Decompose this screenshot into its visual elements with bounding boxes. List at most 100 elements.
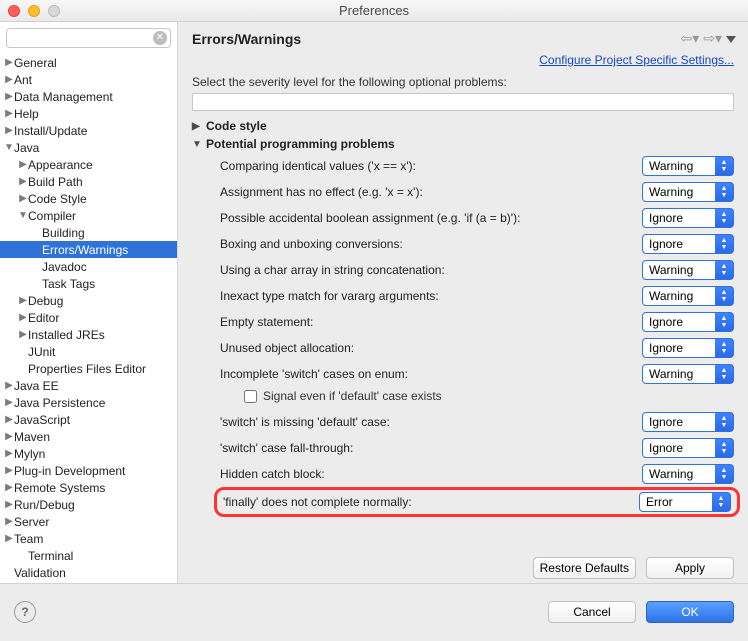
chevron-down-icon: ▼ <box>18 210 28 221</box>
tree-item[interactable]: ▶Help <box>0 105 177 122</box>
chevron-right-icon: ▶ <box>4 91 14 102</box>
tree-item-label: Building <box>42 226 85 240</box>
tree-item[interactable]: ▶Maven <box>0 428 177 445</box>
tree-item[interactable]: ▶Team <box>0 530 177 547</box>
section-code-style[interactable]: ▶ Code style <box>178 117 748 135</box>
tree-item-label: Errors/Warnings <box>42 243 128 257</box>
setting-row: Empty statement:IgnoreWarningError▲▼ <box>220 309 734 335</box>
tree-item[interactable]: Errors/Warnings <box>0 241 177 258</box>
tree-item[interactable]: Building <box>0 224 177 241</box>
tree-item[interactable]: Terminal <box>0 547 177 564</box>
severity-select[interactable]: IgnoreWarningError <box>642 412 734 432</box>
tree-item[interactable]: ▶JavaScript <box>0 411 177 428</box>
tree-item[interactable]: ▼Java <box>0 139 177 156</box>
severity-select[interactable]: IgnoreWarningError <box>642 156 734 176</box>
setting-label: Incomplete 'switch' cases on enum: <box>220 367 642 381</box>
setting-label: 'switch' case fall-through: <box>220 441 642 455</box>
tree-item[interactable]: ▶Build Path <box>0 173 177 190</box>
tree-item[interactable]: Javadoc <box>0 258 177 275</box>
problems-filter-input[interactable] <box>192 93 734 111</box>
setting-row: 'switch' case fall-through:IgnoreWarning… <box>220 435 734 461</box>
tree-item[interactable]: ▶Plug-in Development <box>0 462 177 479</box>
configure-project-link[interactable]: Configure Project Specific Settings... <box>539 53 734 67</box>
ok-button[interactable]: OK <box>646 601 734 623</box>
tree-item[interactable]: ▶Run/Debug <box>0 496 177 513</box>
severity-select[interactable]: IgnoreWarningError <box>642 438 734 458</box>
help-icon[interactable]: ? <box>14 601 36 623</box>
tree-item[interactable]: ▶Editor <box>0 309 177 326</box>
severity-select[interactable]: IgnoreWarningError <box>642 364 734 384</box>
tree-item[interactable]: ▼Compiler <box>0 207 177 224</box>
chevron-right-icon: ▶ <box>18 295 28 306</box>
tree-item[interactable]: ▶Debug <box>0 292 177 309</box>
severity-select[interactable]: IgnoreWarningError <box>642 312 734 332</box>
tree-item[interactable]: ▶Remote Systems <box>0 479 177 496</box>
chevron-right-icon: ▶ <box>4 482 14 493</box>
setting-row: Possible accidental boolean assignment (… <box>220 205 734 231</box>
preferences-tree[interactable]: ▶General▶Ant▶Data Management▶Help▶Instal… <box>0 52 177 583</box>
view-menu-icon[interactable] <box>726 34 736 44</box>
chevron-right-icon: ▶ <box>18 176 28 187</box>
severity-select[interactable]: IgnoreWarningError <box>642 182 734 202</box>
setting-label: Unused object allocation: <box>220 341 642 355</box>
chevron-right-icon: ▶ <box>18 312 28 323</box>
chevron-right-icon: ▶ <box>4 74 14 85</box>
dialog-footer: ? Cancel OK <box>0 583 748 639</box>
tree-item-label: Validation <box>14 566 66 580</box>
chevron-right-icon: ▶ <box>4 516 14 527</box>
highlighted-row: 'finally' does not complete normally:Ign… <box>214 487 740 517</box>
tree-item[interactable]: ▶Data Management <box>0 88 177 105</box>
tree-item[interactable]: ▶Appearance <box>0 156 177 173</box>
tree-item[interactable]: Validation <box>0 564 177 581</box>
chevron-right-icon: ▶ <box>4 57 14 68</box>
tree-item-label: JUnit <box>28 345 55 359</box>
severity-select[interactable]: IgnoreWarningError <box>642 338 734 358</box>
sub-option-row: Signal even if 'default' case exists <box>220 387 734 409</box>
tree-item[interactable]: Task Tags <box>0 275 177 292</box>
apply-button[interactable]: Apply <box>646 557 734 579</box>
section-potential-problems[interactable]: ▼ Potential programming problems <box>178 135 748 153</box>
setting-label: 'switch' is missing 'default' case: <box>220 415 642 429</box>
chevron-right-icon: ▶ <box>4 465 14 476</box>
setting-row: Hidden catch block:IgnoreWarningError▲▼ <box>220 461 734 487</box>
tree-item[interactable]: ▶Installed JREs <box>0 326 177 343</box>
tree-item[interactable]: ▶Java EE <box>0 377 177 394</box>
tree-item[interactable]: Properties Files Editor <box>0 360 177 377</box>
severity-select[interactable]: IgnoreWarningError <box>642 260 734 280</box>
tree-item[interactable]: ▶Install/Update <box>0 122 177 139</box>
window-title: Preferences <box>0 3 748 18</box>
severity-select[interactable]: IgnoreWarningError <box>639 492 731 512</box>
tree-item-label: Debug <box>28 294 63 308</box>
tree-item-label: Terminal <box>28 549 73 563</box>
tree-item[interactable]: ▶Java Persistence <box>0 394 177 411</box>
chevron-right-icon: ▶ <box>18 193 28 204</box>
restore-defaults-button[interactable]: Restore Defaults <box>533 557 636 579</box>
tree-item[interactable]: ▶Web <box>0 581 177 583</box>
severity-select[interactable]: IgnoreWarningError <box>642 208 734 228</box>
clear-search-icon[interactable]: ✕ <box>153 31 167 45</box>
cancel-button[interactable]: Cancel <box>548 601 636 623</box>
signal-default-checkbox[interactable] <box>244 390 257 403</box>
tree-item[interactable]: ▶Code Style <box>0 190 177 207</box>
nav-forward-icon[interactable]: ⇨▾ <box>703 30 722 47</box>
tree-item-label: Mylyn <box>14 447 45 461</box>
chevron-down-icon: ▼ <box>4 142 14 153</box>
setting-label: Comparing identical values ('x == x'): <box>220 159 642 173</box>
tree-item-label: Task Tags <box>42 277 95 291</box>
tree-item-label: Data Management <box>14 90 113 104</box>
severity-select[interactable]: IgnoreWarningError <box>642 286 734 306</box>
severity-select[interactable]: IgnoreWarningError <box>642 234 734 254</box>
window-titlebar: Preferences <box>0 0 748 22</box>
tree-item[interactable]: ▶General <box>0 54 177 71</box>
tree-item[interactable]: ▶Server <box>0 513 177 530</box>
tree-item[interactable]: ▶Mylyn <box>0 445 177 462</box>
nav-back-icon[interactable]: ⇦▾ <box>680 30 699 47</box>
tree-item[interactable]: JUnit <box>0 343 177 360</box>
tree-item-label: Help <box>14 107 39 121</box>
severity-select[interactable]: IgnoreWarningError <box>642 464 734 484</box>
tree-item-label: Server <box>14 515 49 529</box>
tree-item[interactable]: ▶Ant <box>0 71 177 88</box>
setting-label: Boxing and unboxing conversions: <box>220 237 642 251</box>
search-input[interactable] <box>6 28 171 48</box>
setting-row: Inexact type match for vararg arguments:… <box>220 283 734 309</box>
